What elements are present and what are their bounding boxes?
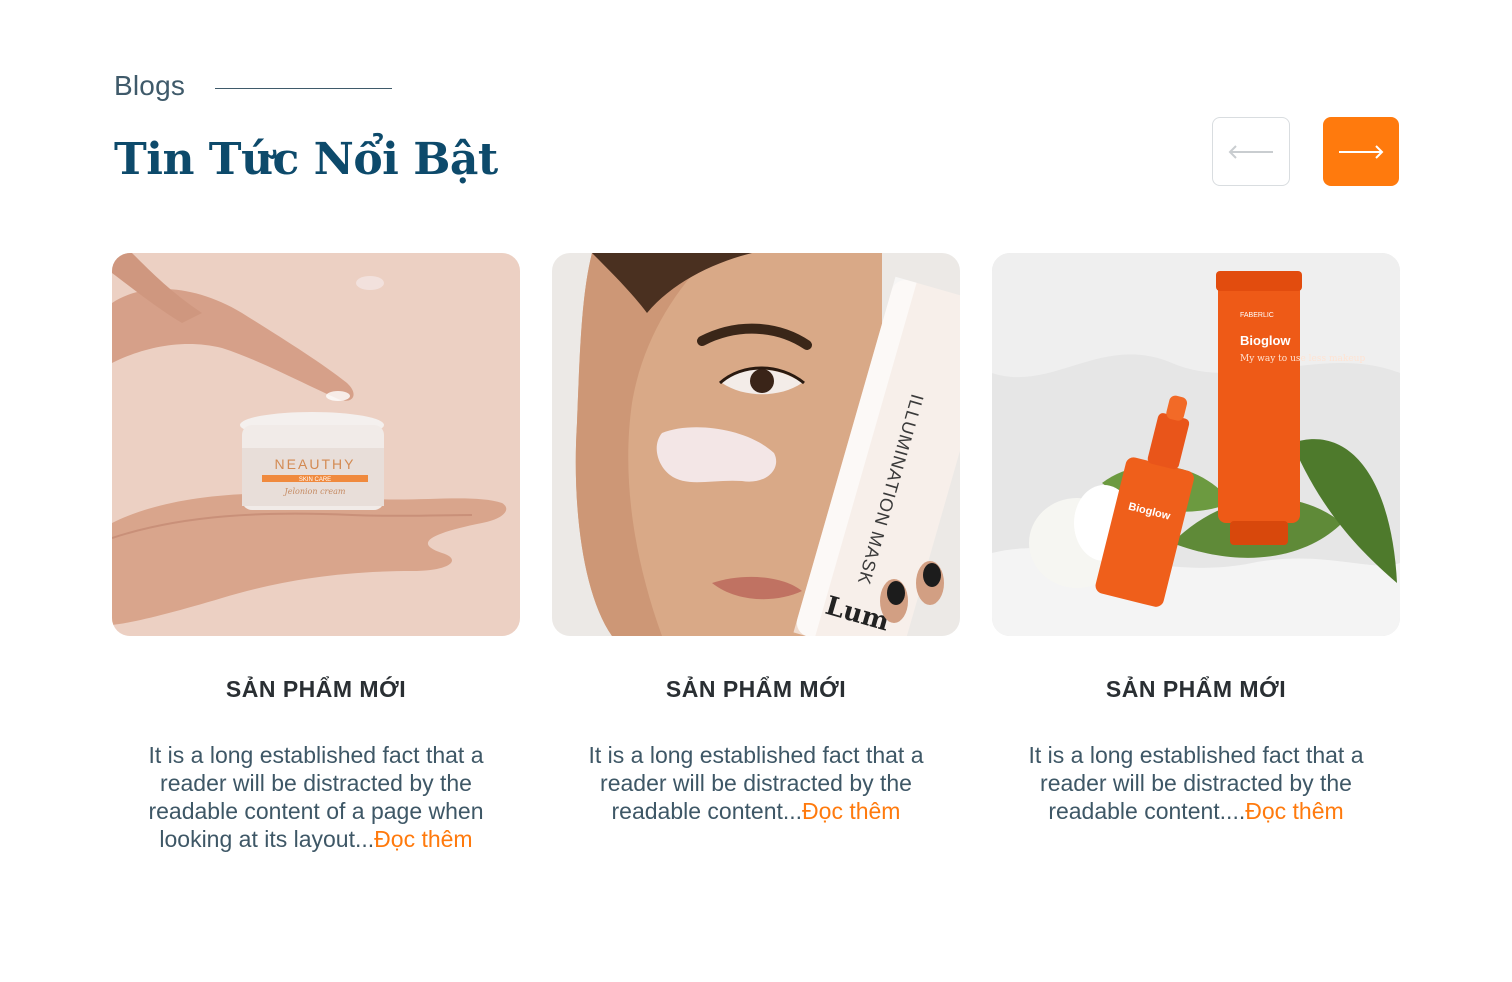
arrow-right-icon xyxy=(1339,144,1384,159)
blog-card[interactable]: FABERLIC Bioglow My way to use less make… xyxy=(992,253,1400,853)
blog-card-excerpt: It is a long established fact that a rea… xyxy=(1001,741,1391,825)
blog-card-excerpt: It is a long established fact that a rea… xyxy=(561,741,951,825)
blog-card-category: SẢN PHẨM MỚI xyxy=(1105,676,1287,702)
eyebrow-label: Blogs xyxy=(114,70,186,101)
blog-card-category: SẢN PHẨM MỚI xyxy=(225,676,407,702)
arrow-left-icon xyxy=(1228,144,1273,159)
svg-text:FABERLIC: FABERLIC xyxy=(1240,312,1274,319)
cream-jar-photo: NEAUTHY SKIN CARE Jelonion cream xyxy=(112,253,520,636)
previous-button[interactable] xyxy=(1212,117,1290,186)
svg-text:NEAUTHY: NEAUTHY xyxy=(275,456,356,472)
blog-card[interactable]: NEAUTHY SKIN CARE Jelonion cream SẢN PHẨ… xyxy=(112,253,520,853)
blog-card-image[interactable]: ILLUMINATION MASK Lum xyxy=(552,253,960,636)
svg-text:Jelonion cream: Jelonion cream xyxy=(283,487,346,496)
blog-card-list: NEAUTHY SKIN CARE Jelonion cream SẢN PHẨ… xyxy=(112,253,1400,853)
eyebrow-divider xyxy=(215,87,393,89)
read-more-link[interactable]: Đọc thêm xyxy=(374,826,472,852)
svg-text:My way to use less makeup: My way to use less makeup xyxy=(1240,354,1365,364)
section-title: Tin Tức Nổi Bật xyxy=(114,134,498,185)
section-eyebrow: Blogs xyxy=(114,70,393,102)
blog-card-excerpt: It is a long established fact that a rea… xyxy=(121,741,511,853)
illumination-mask-photo: ILLUMINATION MASK Lum xyxy=(552,253,960,636)
bioglow-products-photo: FABERLIC Bioglow My way to use less make… xyxy=(992,253,1400,636)
blog-section: Blogs Tin Tức Nổi Bật NEAUTHY SKIN CARE … xyxy=(0,0,1512,982)
blog-card-image[interactable]: FABERLIC Bioglow My way to use less make… xyxy=(992,253,1400,636)
blog-card[interactable]: ILLUMINATION MASK Lum SẢN PHẨM MỚI It is… xyxy=(552,253,960,853)
next-button[interactable] xyxy=(1323,117,1399,186)
read-more-link[interactable]: Đọc thêm xyxy=(802,798,900,824)
read-more-link[interactable]: Đọc thêm xyxy=(1245,798,1343,824)
blog-card-category: SẢN PHẨM MỚI xyxy=(665,676,847,702)
blog-card-image[interactable]: NEAUTHY SKIN CARE Jelonion cream xyxy=(112,253,520,636)
svg-text:SKIN CARE: SKIN CARE xyxy=(299,477,331,483)
svg-text:Bioglow: Bioglow xyxy=(1240,333,1291,348)
